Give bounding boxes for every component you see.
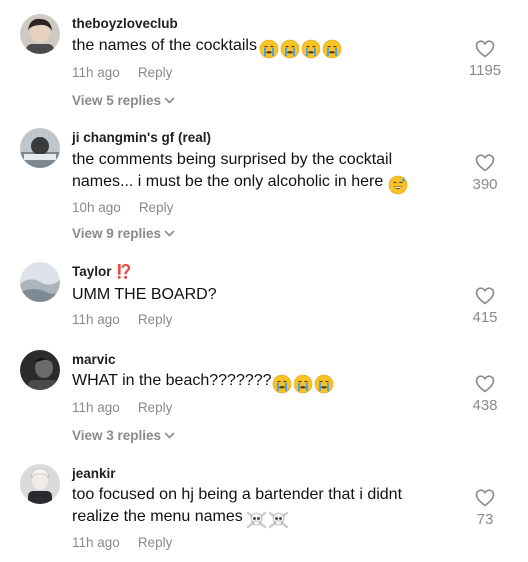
username[interactable]: ji changmin's gf (real): [72, 130, 211, 145]
comment-text: the names of the cocktails: [72, 35, 432, 60]
like-button[interactable]: 1195: [460, 40, 510, 79]
timestamp: 11h ago: [72, 400, 120, 415]
timestamp: 11h ago: [72, 535, 120, 550]
view-replies-button[interactable]: View 9 replies: [72, 226, 175, 241]
heart-outline-icon: [475, 375, 495, 393]
heart-outline-icon: [475, 154, 495, 172]
crying-face-icon: [301, 39, 321, 59]
username-text: Taylor: [72, 264, 112, 279]
heart-outline-icon: [475, 489, 495, 507]
comment-meta: 11h ago Reply: [72, 312, 172, 327]
skull-crossbones-icon: [268, 511, 288, 528]
reply-button[interactable]: Reply: [139, 200, 174, 215]
like-button[interactable]: 73: [460, 489, 510, 528]
like-count: 438: [472, 397, 498, 414]
timestamp: 11h ago: [72, 312, 120, 327]
like-count: 73: [476, 511, 494, 528]
chevron-down-icon: [164, 231, 175, 238]
username[interactable]: marvic: [72, 352, 116, 367]
view-replies-label: View 9 replies: [72, 226, 162, 241]
comment-text: the comments being surprised by the cock…: [72, 149, 432, 196]
timestamp: 11h ago: [72, 65, 120, 80]
timestamp: 10h ago: [72, 200, 121, 215]
crying-face-icon: [322, 39, 342, 59]
sweat-smile-face-icon: [388, 175, 408, 195]
username[interactable]: theboyzloveclub: [72, 16, 178, 31]
like-count: 390: [472, 176, 498, 193]
like-button[interactable]: 415: [460, 287, 510, 326]
crying-face-icon: [280, 39, 300, 59]
chevron-down-icon: [164, 433, 175, 440]
username[interactable]: jeankir: [72, 466, 116, 481]
reply-button[interactable]: Reply: [138, 535, 173, 550]
comment-meta: 11h ago Reply: [72, 535, 172, 550]
view-replies-button[interactable]: View 3 replies: [72, 428, 175, 443]
comment-text: UMM THE BOARD?: [72, 286, 217, 303]
comment-meta: 11h ago Reply: [72, 400, 172, 415]
avatar[interactable]: [20, 464, 60, 504]
like-button[interactable]: 390: [460, 154, 510, 193]
comment-meta: 10h ago Reply: [72, 200, 173, 215]
avatar[interactable]: [20, 128, 60, 168]
like-count: 1195: [468, 62, 502, 79]
crying-face-icon: [293, 374, 312, 394]
emoji-group: [259, 38, 343, 60]
exclamation-question-icon: ⁉️: [115, 264, 133, 279]
comment-meta: 11h ago Reply: [72, 65, 172, 80]
emoji-group: [246, 509, 290, 531]
heart-outline-icon: [475, 40, 495, 58]
heart-outline-icon: [475, 287, 495, 305]
like-button[interactable]: 438: [460, 375, 510, 414]
avatar[interactable]: [20, 262, 60, 302]
view-replies-button[interactable]: View 5 replies: [72, 93, 175, 108]
reply-button[interactable]: Reply: [138, 312, 173, 327]
crying-face-icon: [259, 39, 279, 59]
avatar[interactable]: [20, 14, 60, 54]
skull-crossbones-icon: [246, 511, 266, 528]
comment-text: too focused on hj being a bartender that…: [72, 484, 432, 531]
crying-face-icon: [314, 374, 333, 394]
chevron-down-icon: [164, 98, 175, 105]
avatar[interactable]: [20, 350, 60, 390]
crying-face-icon: [272, 374, 291, 394]
view-replies-label: View 3 replies: [72, 428, 162, 443]
emoji-group: [272, 373, 335, 395]
reply-button[interactable]: Reply: [138, 400, 173, 415]
like-count: 415: [472, 309, 498, 326]
username[interactable]: Taylor ⁉️: [72, 264, 132, 280]
reply-button[interactable]: Reply: [138, 65, 173, 80]
view-replies-label: View 5 replies: [72, 93, 162, 108]
comment-text: WHAT in the beach???????: [72, 370, 432, 395]
emoji-group: [388, 174, 409, 196]
